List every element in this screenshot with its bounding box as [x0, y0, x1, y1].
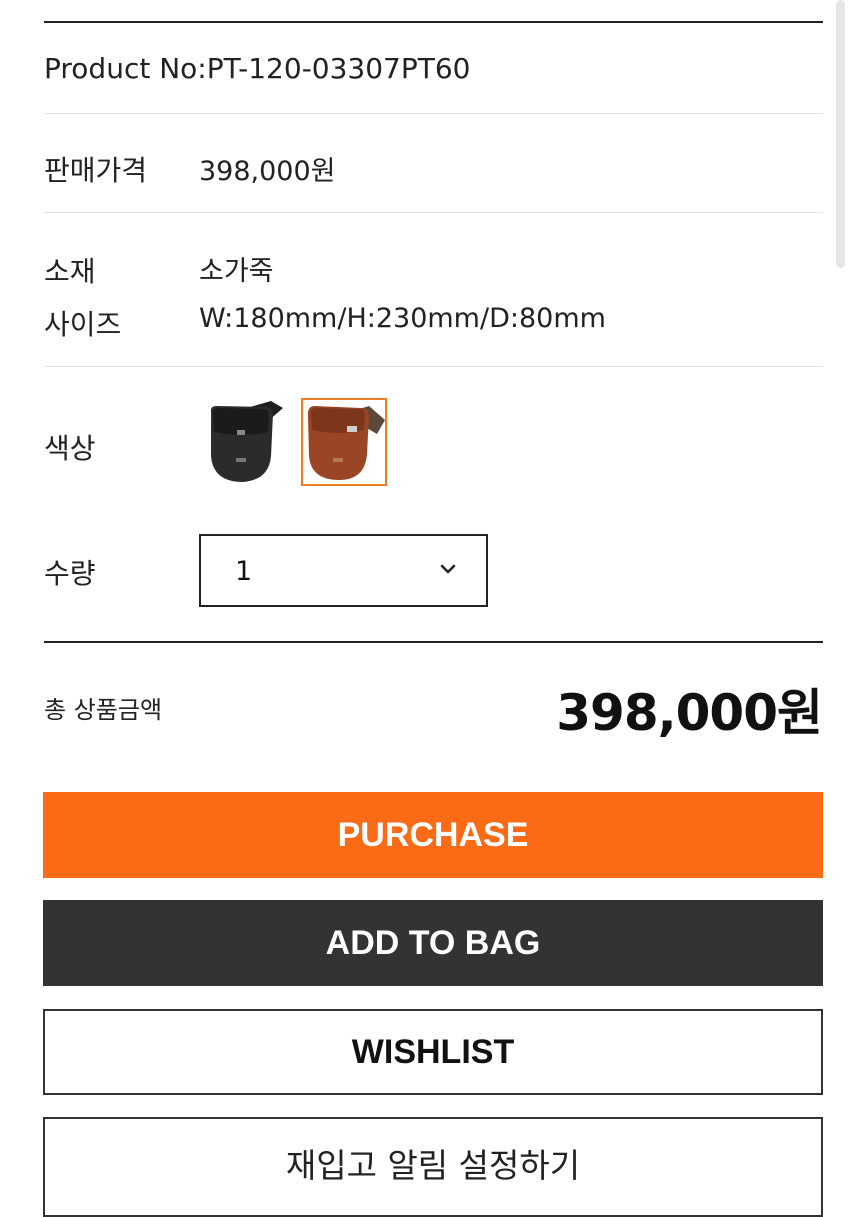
color-label: 색상: [44, 432, 96, 465]
quantity-label: 수량: [44, 557, 96, 590]
black-bag-image: [210, 401, 283, 482]
wishlist-button[interactable]: WISHLIST: [43, 1009, 823, 1095]
size-value: W:180mm/H:230mm/D:80mm: [199, 303, 606, 334]
brown-bag-image: [307, 406, 385, 480]
restock-alert-button[interactable]: 재입고 알림 설정하기: [43, 1117, 823, 1217]
material-label: 소재: [44, 255, 96, 288]
total-label: 총 상품금액: [44, 696, 163, 724]
divider: [44, 641, 823, 643]
divider: [44, 212, 823, 213]
color-swatch-brown[interactable]: [301, 398, 387, 486]
purchase-button[interactable]: PURCHASE: [43, 792, 823, 878]
scrollbar[interactable]: [836, 0, 845, 268]
price-value: 398,000원: [199, 156, 336, 187]
price-label: 판매가격: [44, 154, 148, 187]
color-swatch-black[interactable]: [203, 398, 289, 486]
chevron-down-icon: [440, 564, 456, 574]
quantity-value: 1: [235, 556, 253, 587]
size-label: 사이즈: [44, 308, 122, 341]
top-divider: [44, 21, 823, 23]
product-number: Product No:PT-120-03307PT60: [44, 52, 471, 85]
total-price: 398,000원: [556, 684, 823, 742]
quantity-select[interactable]: 1: [199, 534, 488, 607]
material-value: 소가죽: [199, 256, 274, 287]
add-to-bag-button[interactable]: ADD TO BAG: [43, 900, 823, 986]
divider: [44, 113, 823, 114]
divider: [44, 366, 823, 367]
